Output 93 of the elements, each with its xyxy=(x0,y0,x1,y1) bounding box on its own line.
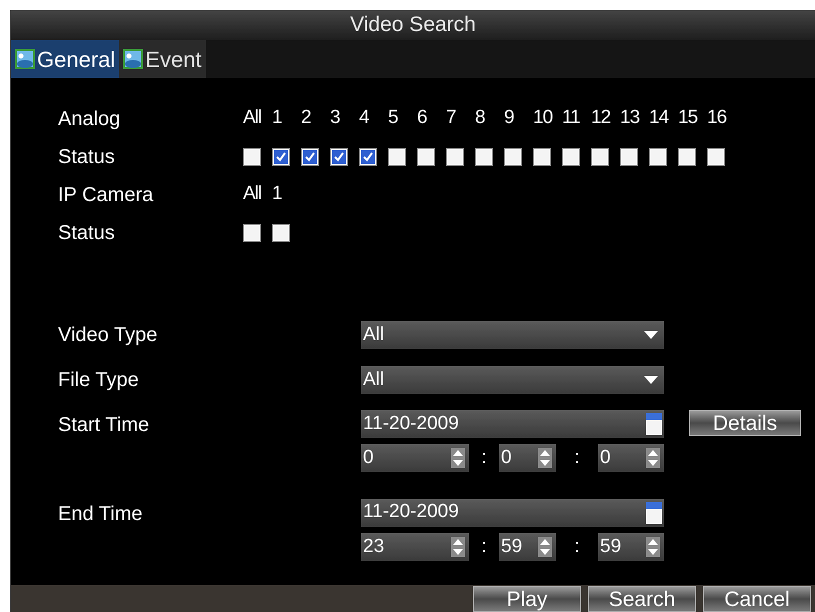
spinner-arrows-icon[interactable] xyxy=(451,448,465,468)
channel-number: 12 xyxy=(591,106,612,130)
checkbox[interactable] xyxy=(504,148,522,166)
checkbox[interactable] xyxy=(272,148,290,166)
channel-number: 5 xyxy=(388,106,399,130)
channel-number: 1 xyxy=(272,182,283,206)
time-value: 23 xyxy=(363,534,384,558)
checkmark-icon xyxy=(361,150,375,164)
spinner-arrows-icon[interactable] xyxy=(646,536,660,557)
channel-number: 14 xyxy=(649,106,670,130)
dropdown-arrow-icon xyxy=(644,330,658,340)
checkbox[interactable] xyxy=(562,148,580,166)
checkbox[interactable] xyxy=(446,148,464,166)
channel-number: 16 xyxy=(707,106,728,130)
tab[interactable]: Event xyxy=(119,40,206,78)
dropdown-arrow-icon xyxy=(644,375,658,385)
tab[interactable]: General xyxy=(11,40,120,78)
time-spinner[interactable]: 59 xyxy=(598,532,664,561)
time-value: 0 xyxy=(600,446,611,470)
spinner-arrows-icon[interactable] xyxy=(646,448,660,468)
date-value: 11-20-2009 xyxy=(363,412,459,436)
field-label: Start Time xyxy=(58,413,150,438)
row-label: Analog xyxy=(58,107,122,132)
channel-number: 6 xyxy=(417,106,428,130)
footer-button[interactable]: Search xyxy=(588,586,696,612)
time-value: 0 xyxy=(363,446,374,470)
date-value: 11-20-2009 xyxy=(363,500,459,524)
spinner-arrows-icon[interactable] xyxy=(538,448,552,468)
time-value: 59 xyxy=(600,534,622,558)
landscape-icon xyxy=(123,49,144,69)
date-field[interactable]: 11-20-2009 xyxy=(361,498,664,526)
checkmark-icon xyxy=(303,150,317,164)
details-button[interactable]: Details xyxy=(689,410,801,436)
checkbox[interactable] xyxy=(243,148,261,166)
channel-number: 10 xyxy=(533,106,554,130)
channel-number: 15 xyxy=(678,106,698,130)
time-spinner[interactable]: 59 xyxy=(499,532,556,561)
checkbox[interactable] xyxy=(417,148,435,166)
checkmark-icon xyxy=(332,150,346,164)
footer-button[interactable]: Cancel xyxy=(703,586,811,612)
time-separator: : xyxy=(480,534,488,558)
channel-number: All xyxy=(243,106,262,130)
checkbox[interactable] xyxy=(678,148,696,166)
time-value: 0 xyxy=(501,446,512,470)
time-separator: : xyxy=(480,446,488,470)
calendar-icon[interactable] xyxy=(646,502,662,524)
field-label: End Time xyxy=(58,502,144,526)
time-value: 59 xyxy=(501,534,522,558)
checkbox[interactable] xyxy=(707,148,725,166)
dropdown[interactable]: All xyxy=(361,321,664,349)
channel-number: 8 xyxy=(475,106,486,130)
channel-number: 2 xyxy=(301,106,312,130)
calendar-icon[interactable] xyxy=(646,413,662,435)
checkbox[interactable] xyxy=(533,148,551,166)
channel-number: 7 xyxy=(446,106,457,130)
row-label: Status xyxy=(58,145,116,170)
checkbox[interactable] xyxy=(359,148,377,166)
footer-button[interactable]: Play xyxy=(473,586,581,612)
time-separator: : xyxy=(573,446,581,470)
channel-number: 13 xyxy=(620,106,640,130)
time-spinner[interactable]: 23 xyxy=(361,532,469,561)
channel-number: 9 xyxy=(504,106,515,130)
checkbox[interactable] xyxy=(475,148,493,166)
checkbox[interactable] xyxy=(388,148,406,166)
checkbox[interactable] xyxy=(620,148,638,166)
row-label: IP Camera xyxy=(58,183,154,208)
window-title: Video Search xyxy=(350,12,476,38)
channel-number: 1 xyxy=(272,106,283,130)
checkbox[interactable] xyxy=(272,224,290,242)
field-label: Video Type xyxy=(58,323,158,348)
checkbox[interactable] xyxy=(649,148,667,166)
checkmark-icon xyxy=(274,150,288,164)
field-label: File Type xyxy=(58,368,140,393)
channel-number: 3 xyxy=(330,106,341,130)
row-label: Status xyxy=(58,221,116,246)
time-separator: : xyxy=(573,534,581,558)
time-spinner[interactable]: 0 xyxy=(361,444,469,472)
checkbox[interactable] xyxy=(330,148,348,166)
checkbox[interactable] xyxy=(243,224,261,242)
landscape-icon xyxy=(15,49,35,69)
channel-number: 11 xyxy=(562,106,581,130)
channel-number: 4 xyxy=(359,106,370,130)
dropdown[interactable]: All xyxy=(361,366,664,394)
time-spinner[interactable]: 0 xyxy=(499,444,556,472)
channel-number: All xyxy=(243,182,262,206)
spinner-arrows-icon[interactable] xyxy=(451,536,465,557)
checkbox[interactable] xyxy=(591,148,609,166)
dropdown-value: All xyxy=(363,368,384,392)
date-field[interactable]: 11-20-2009 xyxy=(361,410,664,438)
spinner-arrows-icon[interactable] xyxy=(538,536,552,557)
dropdown-value: All xyxy=(363,322,384,347)
time-spinner[interactable]: 0 xyxy=(598,444,664,472)
checkbox[interactable] xyxy=(301,148,319,166)
